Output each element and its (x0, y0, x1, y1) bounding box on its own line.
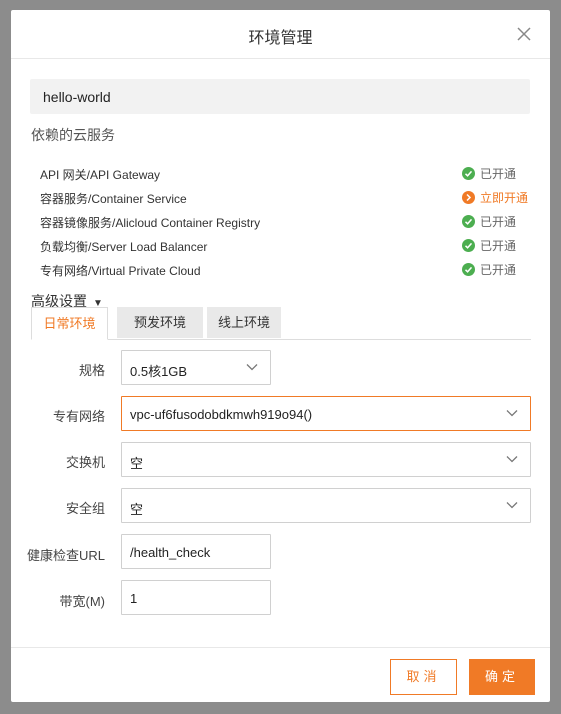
close-icon[interactable] (514, 24, 534, 44)
chevron-down-icon (506, 502, 518, 509)
service-name: API 网关/API Gateway (40, 168, 161, 182)
tab-staging[interactable]: 预发环境 (117, 307, 203, 338)
health-check-input[interactable]: /health_check (121, 534, 271, 569)
service-name: 负载均衡/Server Load Balancer (40, 240, 208, 254)
security-group-select[interactable]: 空 (121, 488, 531, 523)
dialog-header: 环境管理 (11, 10, 550, 59)
dependencies-heading: 依赖的云服务 (31, 127, 115, 143)
check-circle-icon (462, 166, 475, 180)
service-status-label: 已开通 (480, 166, 517, 181)
vpc-label: 专有网络 (52, 409, 105, 424)
health-check-label: 健康检查URL (26, 548, 105, 563)
vswitch-value: 空 (130, 456, 144, 471)
check-circle-icon (462, 238, 475, 252)
health-check-value: /health_check (130, 545, 211, 560)
chevron-right-circle-icon (462, 190, 475, 204)
chevron-down-icon (246, 364, 258, 371)
spec-label: 规格 (78, 363, 105, 378)
bandwidth-input[interactable]: 1 (121, 580, 271, 615)
vpc-value: vpc-uf6fusodobdkmwh919o94() (130, 407, 313, 422)
service-status: 已开通 (462, 237, 516, 253)
service-status: 已开通 (462, 261, 516, 277)
app-name-field: hello-world (30, 79, 530, 114)
service-status-label: 已开通 (480, 214, 517, 229)
service-status: 已开通 (462, 165, 516, 181)
service-row: 容器镜像服务/Alicloud Container Registry 已开通 (40, 211, 530, 231)
dialog-footer: 取消 确定 (11, 647, 550, 702)
bandwidth-value: 1 (130, 591, 138, 606)
check-circle-icon (462, 262, 475, 276)
check-circle-icon (462, 214, 475, 228)
app-name: hello-world (43, 89, 111, 105)
environment-tabs: 日常环境 预发环境 线上环境 (31, 307, 531, 340)
service-row: 容器服务/Container Service 立即开通 (40, 187, 530, 207)
dialog-title: 环境管理 (248, 30, 313, 47)
service-row: API 网关/API Gateway 已开通 (40, 163, 530, 183)
service-row: 专有网络/Virtual Private Cloud 已开通 (40, 259, 530, 279)
environment-dialog: 环境管理 hello-world 依赖的云服务 API 网关/API Gatew… (11, 10, 550, 702)
chevron-down-icon (506, 410, 518, 417)
vpc-select[interactable]: vpc-uf6fusodobdkmwh919o94() (121, 396, 531, 431)
service-row: 负载均衡/Server Load Balancer 已开通 (40, 235, 530, 255)
security-group-value: 空 (130, 502, 144, 517)
service-name: 容器镜像服务/Alicloud Container Registry (40, 216, 261, 230)
tab-production[interactable]: 线上环境 (207, 307, 281, 338)
service-name: 专有网络/Virtual Private Cloud (40, 264, 201, 278)
vswitch-select[interactable]: 空 (121, 442, 531, 477)
cancel-button[interactable]: 取消 (390, 659, 457, 695)
spec-select[interactable]: 0.5核1GB (121, 350, 271, 385)
security-group-label: 安全组 (65, 501, 105, 516)
service-status-label: 已开通 (480, 262, 517, 277)
service-status: 已开通 (462, 213, 516, 229)
tab-daily[interactable]: 日常环境 (31, 307, 108, 340)
chevron-down-icon (506, 456, 518, 463)
service-status-label: 已开通 (480, 238, 517, 253)
bandwidth-label: 带宽(M) (59, 594, 106, 609)
confirm-button[interactable]: 确定 (469, 659, 535, 695)
service-status-label: 立即开通 (480, 190, 529, 205)
vswitch-label: 交换机 (65, 455, 105, 470)
service-name: 容器服务/Container Service (40, 192, 187, 206)
activate-now-link[interactable]: 立即开通 (462, 189, 528, 205)
spec-value: 0.5核1GB (130, 364, 188, 379)
